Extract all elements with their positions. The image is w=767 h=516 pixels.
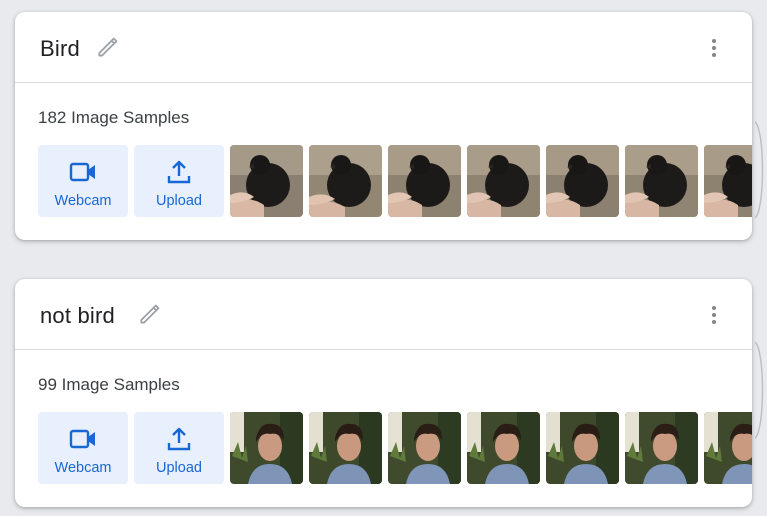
upload-label: Upload [156,460,202,476]
class-card-bird: Bird 182 Image Samples Webcam Upload [15,12,752,240]
sample-thumbnail[interactable] [309,412,382,484]
sample-thumbnail[interactable] [388,412,461,484]
class-name[interactable]: Bird [40,36,80,62]
sample-thumbnail[interactable] [467,412,540,484]
upload-button[interactable]: Upload [134,412,224,484]
sample-thumbnail[interactable] [704,145,752,217]
pencil-icon[interactable] [95,34,121,60]
teachable-machine-classes: Bird 182 Image Samples Webcam Upload not… [0,0,767,516]
webcam-label: Webcam [54,193,112,209]
class-card-header: not bird [15,279,752,350]
upload-button[interactable]: Upload [134,145,224,217]
upload-label: Upload [156,193,202,209]
more-vert-icon[interactable] [702,303,726,327]
connector-arc [755,121,764,219]
upload-icon [167,427,191,451]
videocam-icon [69,429,95,449]
sample-thumbnail[interactable] [467,145,540,217]
sample-row: Webcam Upload [38,145,752,217]
class-card-header: Bird [15,12,752,83]
upload-icon [167,160,191,184]
videocam-icon [69,162,95,182]
more-vert-icon[interactable] [702,36,726,60]
class-card-not-bird: not bird 99 Image Samples Webcam Upload [15,279,752,507]
sample-thumbnail[interactable] [230,145,303,217]
sample-thumbnail[interactable] [546,145,619,217]
sample-thumbnail[interactable] [546,412,619,484]
webcam-button[interactable]: Webcam [38,145,128,217]
sample-count: 99 Image Samples [38,375,180,394]
sample-thumbnail[interactable] [704,412,752,484]
pencil-icon[interactable] [137,301,163,327]
sample-thumbnail[interactable] [309,145,382,217]
sample-thumbnail[interactable] [625,412,698,484]
class-name[interactable]: not bird [40,303,115,329]
sample-row: Webcam Upload [38,412,752,484]
sample-count: 182 Image Samples [38,108,190,127]
connector-arc [755,341,764,439]
sample-thumbnail[interactable] [388,145,461,217]
sample-thumbnail[interactable] [230,412,303,484]
sample-thumbnail[interactable] [625,145,698,217]
webcam-label: Webcam [54,460,112,476]
webcam-button[interactable]: Webcam [38,412,128,484]
